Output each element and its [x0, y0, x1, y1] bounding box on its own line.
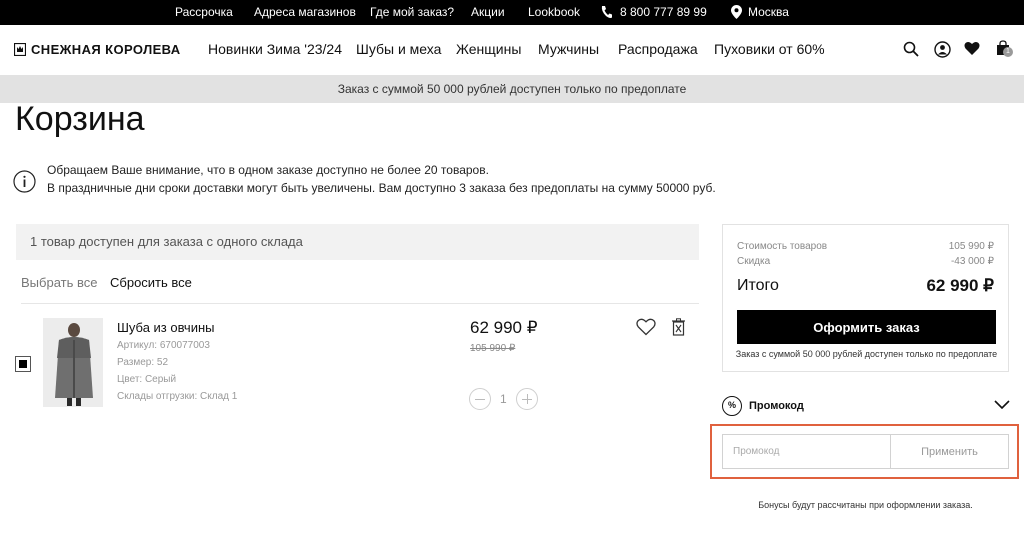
- info-icon: [13, 170, 36, 193]
- order-summary: Стоимость товаров 105 990 ₽ Скидка -43 0…: [722, 224, 1009, 372]
- quantity-increase-button[interactable]: [516, 388, 538, 410]
- account-icon[interactable]: [934, 41, 951, 58]
- product-warehouses: Склады отгрузки: Склад 1: [117, 391, 238, 402]
- cart-button[interactable]: 1: [996, 40, 1014, 58]
- discount-value: -43 000 ₽: [950, 256, 994, 267]
- item-old-price: 105 990 ₽: [470, 343, 516, 354]
- prepayment-note: Заказ с суммой 50 000 рублей доступен то…: [735, 349, 998, 359]
- crown-logo-icon: [14, 43, 26, 56]
- product-size: Размер: 52: [117, 357, 169, 368]
- select-all-link[interactable]: Выбрать все: [21, 275, 97, 290]
- main-header: СНЕЖНАЯ КОРОЛЕВА Новинки Зима '23/24 Шуб…: [0, 25, 1024, 75]
- nav-furs[interactable]: Шубы и меха: [356, 41, 441, 57]
- delete-trash-icon[interactable]: [671, 318, 686, 336]
- phone-icon: [601, 6, 612, 18]
- nav-men[interactable]: Мужчины: [538, 41, 599, 57]
- installment-link[interactable]: Рассрочка: [175, 5, 233, 19]
- fur-coat-image: [43, 318, 103, 407]
- logo-text: СНЕЖНАЯ КОРОЛЕВА: [31, 42, 181, 57]
- total-label: Итого: [737, 277, 779, 294]
- promo-apply-button[interactable]: Применить: [890, 434, 1009, 469]
- quantity-decrease-button[interactable]: [469, 388, 491, 410]
- info-text-holiday-delivery: В праздничные дни сроки доставки могут б…: [47, 181, 716, 195]
- discount-label: Скидка: [737, 256, 771, 267]
- product-image[interactable]: [43, 318, 103, 407]
- checkout-button[interactable]: Оформить заказ: [737, 310, 996, 344]
- phone-link[interactable]: 8 800 777 89 99: [620, 5, 707, 19]
- add-to-favorites-heart-icon[interactable]: [636, 318, 656, 336]
- product-article: Артикул: 670077003: [117, 340, 210, 351]
- info-text-items-limit: Обращаем Ваше внимание, что в одном зака…: [47, 163, 489, 177]
- product-name[interactable]: Шуба из овчины: [117, 320, 215, 335]
- store-addresses-link[interactable]: Адреса магазинов: [254, 5, 356, 19]
- location-pin-icon: [731, 5, 742, 19]
- nav-new-winter[interactable]: Новинки Зима '23/24: [208, 41, 342, 57]
- top-bar: Рассрочка Адреса магазинов Где мой заказ…: [0, 0, 1024, 25]
- product-color: Цвет: Серый: [117, 374, 177, 385]
- reset-all-link[interactable]: Сбросить все: [110, 275, 192, 290]
- promo-percent-icon: %: [722, 396, 742, 416]
- promo-code-input[interactable]: [722, 434, 890, 469]
- favorites-heart-icon[interactable]: [964, 41, 980, 56]
- nav-sale[interactable]: Распродажа: [618, 41, 698, 57]
- availability-banner: 1 товар доступен для заказа с одного скл…: [16, 224, 699, 260]
- search-icon[interactable]: [903, 41, 919, 57]
- promotions-link[interactable]: Акции: [471, 5, 505, 19]
- promo-label[interactable]: Промокод: [749, 400, 804, 412]
- city-selector[interactable]: Москва: [748, 5, 789, 19]
- nav-down-jackets[interactable]: Пуховики от 60%: [714, 41, 825, 57]
- page-title: Корзина: [15, 100, 145, 138]
- total-value: 62 990 ₽: [926, 276, 994, 295]
- goods-cost-label: Стоимость товаров: [737, 241, 828, 252]
- item-select-checkbox[interactable]: [15, 356, 31, 372]
- quantity-value: 1: [500, 392, 507, 406]
- bonus-note: Бонусы будут рассчитаны при оформлении з…: [758, 500, 973, 510]
- item-price: 62 990 ₽: [470, 318, 538, 337]
- cart-count-badge: 1: [1003, 47, 1013, 57]
- lookbook-link[interactable]: Lookbook: [528, 5, 580, 19]
- goods-cost-value: 105 990 ₽: [948, 241, 994, 252]
- where-is-my-order-link[interactable]: Где мой заказ?: [370, 5, 454, 19]
- nav-women[interactable]: Женщины: [456, 41, 521, 57]
- prepayment-notice-bar: Заказ с суммой 50 000 рублей доступен то…: [0, 75, 1024, 103]
- logo[interactable]: СНЕЖНАЯ КОРОЛЕВА: [14, 42, 181, 57]
- list-divider: [21, 303, 699, 304]
- chevron-down-icon[interactable]: [994, 400, 1010, 409]
